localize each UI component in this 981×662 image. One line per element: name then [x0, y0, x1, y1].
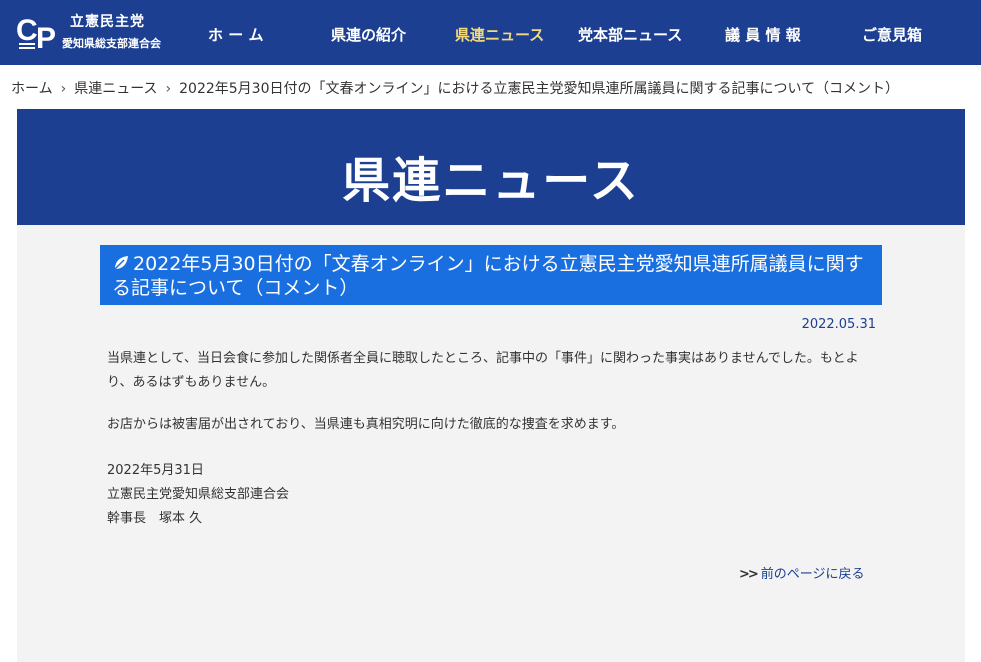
back-link[interactable]: >> 前のページに戻る — [739, 563, 865, 582]
nav-party-news[interactable]: 党本部ニュース — [578, 24, 682, 45]
back-link-label: 前のページに戻る — [760, 567, 865, 582]
article-date: 2022.05.31 — [801, 317, 876, 332]
breadcrumb-current: 2022年5月30日付の「文春オンライン」における立憲民主党愛知県連所属議員に関… — [179, 81, 900, 97]
article-heading: 2022年5月30日付の「文春オンライン」における立憲民主党愛知県連所属議員に関… — [100, 245, 882, 305]
article-paragraph-2: お店からは被害届が出されており、当県連も真相究明に向けた徹底的な捜査を求めます。 — [107, 417, 625, 432]
breadcrumb-separator: › — [60, 81, 67, 97]
nav-about[interactable]: 県連の紹介 — [331, 24, 406, 45]
nav-local-news[interactable]: 県連ニュース — [455, 24, 544, 45]
article-signature: 2022年5月31日 立憲民主党愛知県総支部連合会 幹事長 塚本 久 — [107, 459, 867, 531]
article-paragraph-1: 当県連として、当日会食に参加した関係者全員に聴取したところ、記事中の「事件」に関… — [107, 351, 859, 390]
signature-date: 2022年5月31日 — [107, 463, 204, 478]
main-nav: ホ ー ム 県連の紹介 県連ニュース 党本部ニュース 議 員 情 報 ご意見箱 — [0, 0, 981, 65]
breadcrumb-home[interactable]: ホーム — [11, 81, 53, 97]
nav-opinion-box[interactable]: ご意見箱 — [862, 24, 922, 45]
page-title: 県連ニュース — [342, 153, 640, 209]
breadcrumb: ホーム › 県連ニュース › 2022年5月30日付の「文春オンライン」における立憲民主… — [11, 78, 899, 98]
page-banner: 県連ニュース — [17, 109, 965, 225]
leaf-icon — [114, 256, 128, 270]
breadcrumb-section[interactable]: 県連ニュース — [74, 81, 157, 97]
site-header: C P 立憲民主党 愛知県総支部連合会 ホ ー ム 県連の紹介 県連ニュース 党… — [0, 0, 981, 65]
double-chevron-right-icon: >> — [739, 567, 759, 582]
signature-name: 幹事長 塚本 久 — [107, 511, 203, 526]
nav-members[interactable]: 議 員 情 報 — [725, 24, 801, 45]
breadcrumb-separator: › — [165, 81, 172, 97]
signature-org: 立憲民主党愛知県総支部連合会 — [107, 487, 290, 502]
article-title: 2022年5月30日付の「文春オンライン」における立憲民主党愛知県連所属議員に関… — [112, 253, 864, 299]
nav-home[interactable]: ホ ー ム — [208, 24, 263, 45]
